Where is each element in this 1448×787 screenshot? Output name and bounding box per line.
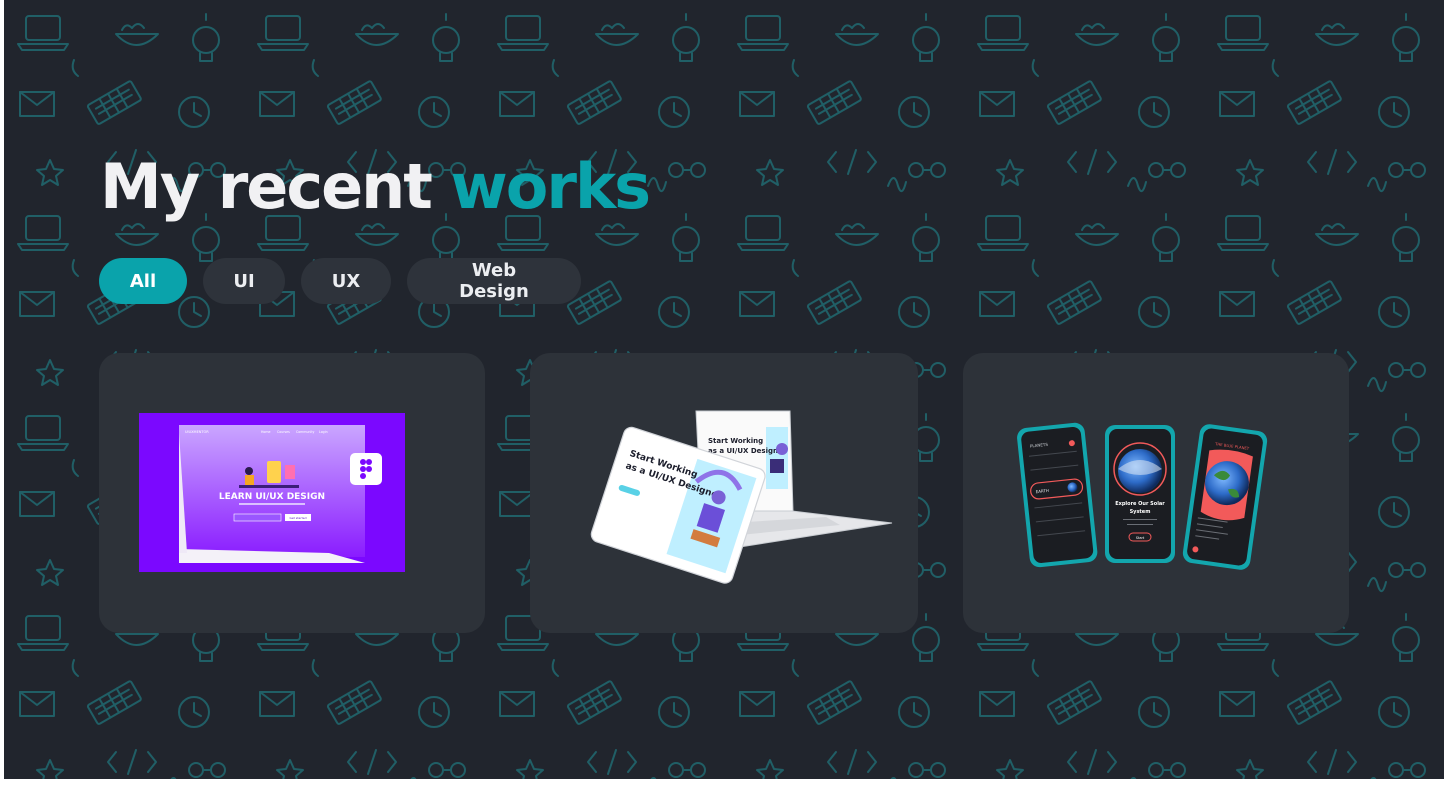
nav-community: Community	[296, 430, 315, 434]
figma-icon	[350, 453, 382, 485]
filter-web-design[interactable]: Web Design	[407, 258, 581, 304]
filter-ui[interactable]: UI	[203, 258, 285, 304]
project-thumbnail: UIUXMENTOR Home Courses Community Login …	[139, 413, 405, 572]
brand-label: UIUXMENTOR	[185, 430, 209, 434]
page-title: My recent works	[100, 150, 652, 224]
project-card-uiux-designer[interactable]: Start Working as a UI/UX Designer Start …	[530, 353, 918, 633]
filter-all[interactable]: All	[99, 258, 187, 304]
phone2-title-2: System	[1130, 509, 1151, 515]
title-accent: works	[450, 150, 652, 223]
filter-ux[interactable]: UX	[301, 258, 391, 304]
phone2-title-1: Explore Our Solar	[1115, 501, 1165, 507]
nav-courses: Courses	[277, 430, 290, 434]
laptop-headline-1: Start Working	[708, 437, 763, 445]
project-thumbnail: Start Working as a UI/UX Designer Start …	[590, 410, 893, 584]
project-card-learn-uiux[interactable]: UIUXMENTOR Home Courses Community Login …	[99, 353, 485, 633]
portfolio-section: My recent works All UI UX Web Design UIU…	[4, 0, 1444, 779]
nav-login: Login	[319, 430, 328, 434]
cta-button: Get started	[289, 516, 306, 520]
nav-home: Home	[261, 430, 270, 434]
title-prefix: My recent	[100, 150, 433, 223]
phone2-button: Start	[1136, 536, 1145, 540]
project-card-solar-system[interactable]: PLANETS EARTH Explore Our Solar System S…	[963, 353, 1349, 633]
laptop-headline-2: as a UI/UX Designer	[708, 447, 787, 455]
project-thumbnail: PLANETS EARTH Explore Our Solar System S…	[1017, 422, 1268, 570]
project-headline: LEARN UI/UX DESIGN	[219, 492, 325, 502]
filter-tabs: All UI UX Web Design	[99, 258, 581, 304]
